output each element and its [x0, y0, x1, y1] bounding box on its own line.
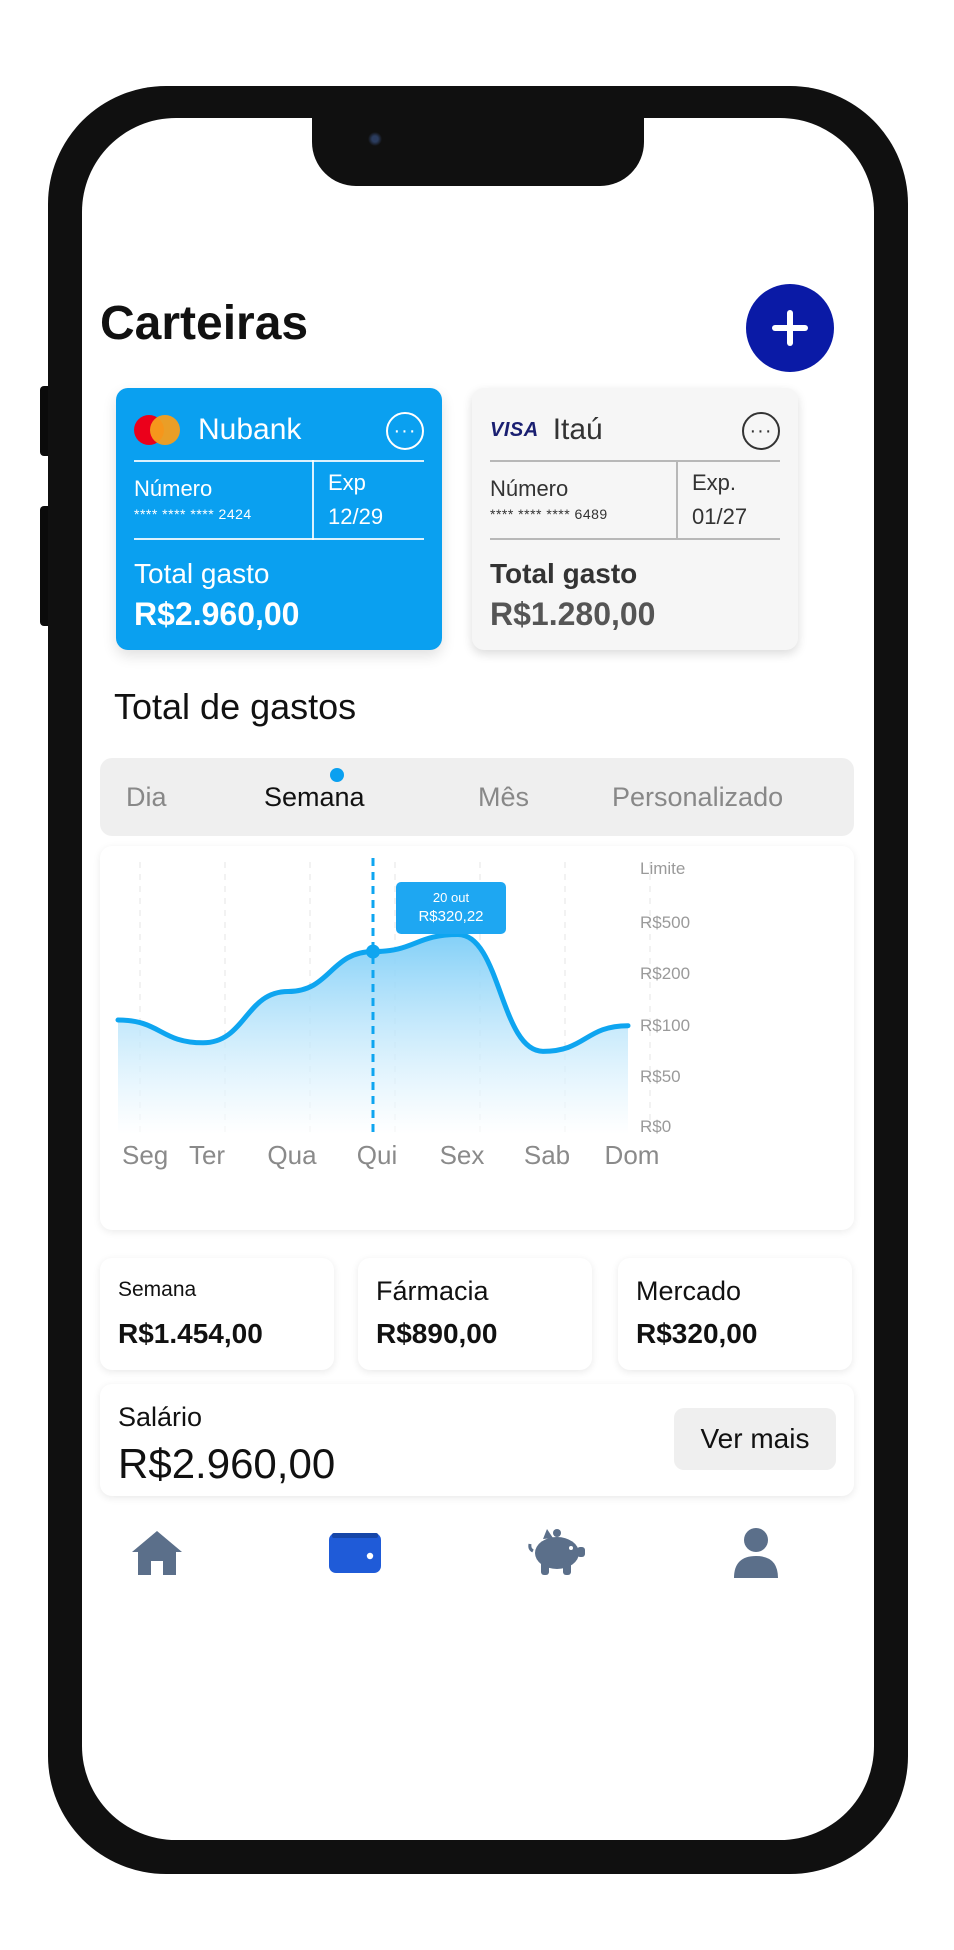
stat-value: R$890,00 — [376, 1318, 498, 1349]
tab-mes[interactable]: Mês — [478, 782, 529, 813]
stat-label: Mercado — [636, 1276, 742, 1306]
divider — [312, 460, 314, 540]
salary-value: R$2.960,00 — [118, 1440, 336, 1487]
card-options-icon[interactable]: ··· — [742, 412, 780, 450]
bottom-nav — [82, 1518, 874, 1598]
stat-value: R$320,00 — [636, 1318, 758, 1349]
visa-logo: VISA — [490, 418, 539, 441]
chart-area — [118, 934, 628, 1134]
wallet-icon — [329, 1533, 381, 1573]
x-tick-label: Seg — [122, 1140, 168, 1170]
stat-card-semana[interactable]: Semana R$1.454,00 — [100, 1258, 334, 1370]
exp-date: 01/27 — [692, 504, 748, 529]
bank-name: Nubank — [198, 413, 302, 446]
app-screen: Carteiras Nubank ··· Número **** **** **… — [82, 118, 874, 1840]
x-tick-label: Qua — [267, 1140, 317, 1170]
y-tick-label: Limite — [640, 859, 685, 878]
number-label: Número — [134, 476, 213, 501]
nav-wallet[interactable] — [315, 1518, 395, 1588]
exp-date: 12/29 — [328, 504, 384, 529]
user-icon — [734, 1528, 778, 1578]
camera — [368, 132, 382, 146]
tooltip-value: R$320,22 — [418, 908, 484, 925]
card-options-icon[interactable]: ··· — [386, 412, 424, 450]
wallet-card-nubank[interactable]: Nubank ··· Número **** **** **** 2424 Ex… — [116, 388, 442, 650]
notch — [312, 118, 644, 186]
page-title: Carteiras — [100, 297, 309, 350]
side-button — [40, 386, 48, 456]
selected-point[interactable] — [366, 944, 380, 959]
bank-name: Itaú — [552, 413, 603, 446]
divider — [134, 538, 424, 540]
stat-label: Semana — [118, 1278, 197, 1301]
y-tick-label: R$200 — [640, 964, 690, 983]
number-label: Número — [490, 476, 569, 501]
y-tick-label: R$100 — [640, 1016, 690, 1035]
salary-card: Salário R$2.960,00 Ver mais — [100, 1384, 854, 1496]
salary-label: Salário — [118, 1402, 203, 1432]
nav-profile[interactable] — [716, 1518, 796, 1588]
home-icon — [132, 1531, 182, 1575]
tab-dia[interactable]: Dia — [126, 782, 167, 813]
tab-semana[interactable]: Semana — [264, 782, 365, 813]
stat-card-mercado[interactable]: Mercado R$320,00 — [618, 1258, 852, 1370]
x-tick-label: Sab — [524, 1140, 570, 1170]
stat-label: Fármacia — [376, 1276, 489, 1306]
exp-label: Exp. — [692, 470, 737, 495]
volume-button — [40, 506, 48, 626]
chart-tooltip: 20 out R$320,22 — [396, 882, 506, 934]
divider — [490, 538, 780, 540]
mastercard-logo — [134, 415, 182, 445]
divider — [134, 460, 424, 462]
plus-icon — [772, 310, 808, 346]
total-value: R$1.280,00 — [490, 596, 656, 632]
total-value: R$2.960,00 — [134, 596, 300, 632]
divider — [490, 460, 780, 462]
exp-label: Exp — [328, 470, 366, 495]
piggy-bank-icon — [528, 1529, 585, 1575]
wallet-card-itau[interactable]: VISA Itaú ··· Número **** **** **** 6489… — [472, 388, 798, 650]
x-tick-label: Ter — [189, 1140, 225, 1170]
tab-personalizado[interactable]: Personalizado — [612, 782, 783, 813]
y-tick-label: R$50 — [640, 1067, 681, 1086]
total-label: Total gasto — [490, 558, 638, 589]
divider — [676, 460, 678, 540]
add-wallet-button[interactable] — [746, 284, 834, 372]
y-tick-label: R$500 — [640, 913, 690, 932]
period-tabs: Dia Semana Mês Personalizado — [100, 758, 854, 836]
active-tab-indicator — [330, 768, 344, 782]
x-tick-label: Dom — [605, 1140, 660, 1170]
section-title: Total de gastos — [114, 686, 357, 727]
x-tick-label: Sex — [440, 1140, 485, 1170]
card-number: **** **** **** 2424 — [134, 506, 252, 522]
nav-savings[interactable] — [517, 1518, 597, 1588]
stat-value: R$1.454,00 — [118, 1318, 263, 1349]
stat-card-farmacia[interactable]: Fármacia R$890,00 — [358, 1258, 592, 1370]
nav-home[interactable] — [117, 1518, 197, 1588]
tooltip-date: 20 out — [432, 890, 470, 905]
total-label: Total gasto — [134, 558, 270, 589]
spending-chart[interactable]: Limite R$500 R$200 R$100 R$50 R$0 Seg Ter Qua Qu… — [100, 846, 854, 1230]
y-tick-label: R$0 — [640, 1117, 671, 1136]
x-tick-label: Qui — [357, 1140, 397, 1170]
card-number: **** **** **** 6489 — [490, 506, 608, 522]
ver-mais-button[interactable]: Ver mais — [674, 1408, 836, 1470]
